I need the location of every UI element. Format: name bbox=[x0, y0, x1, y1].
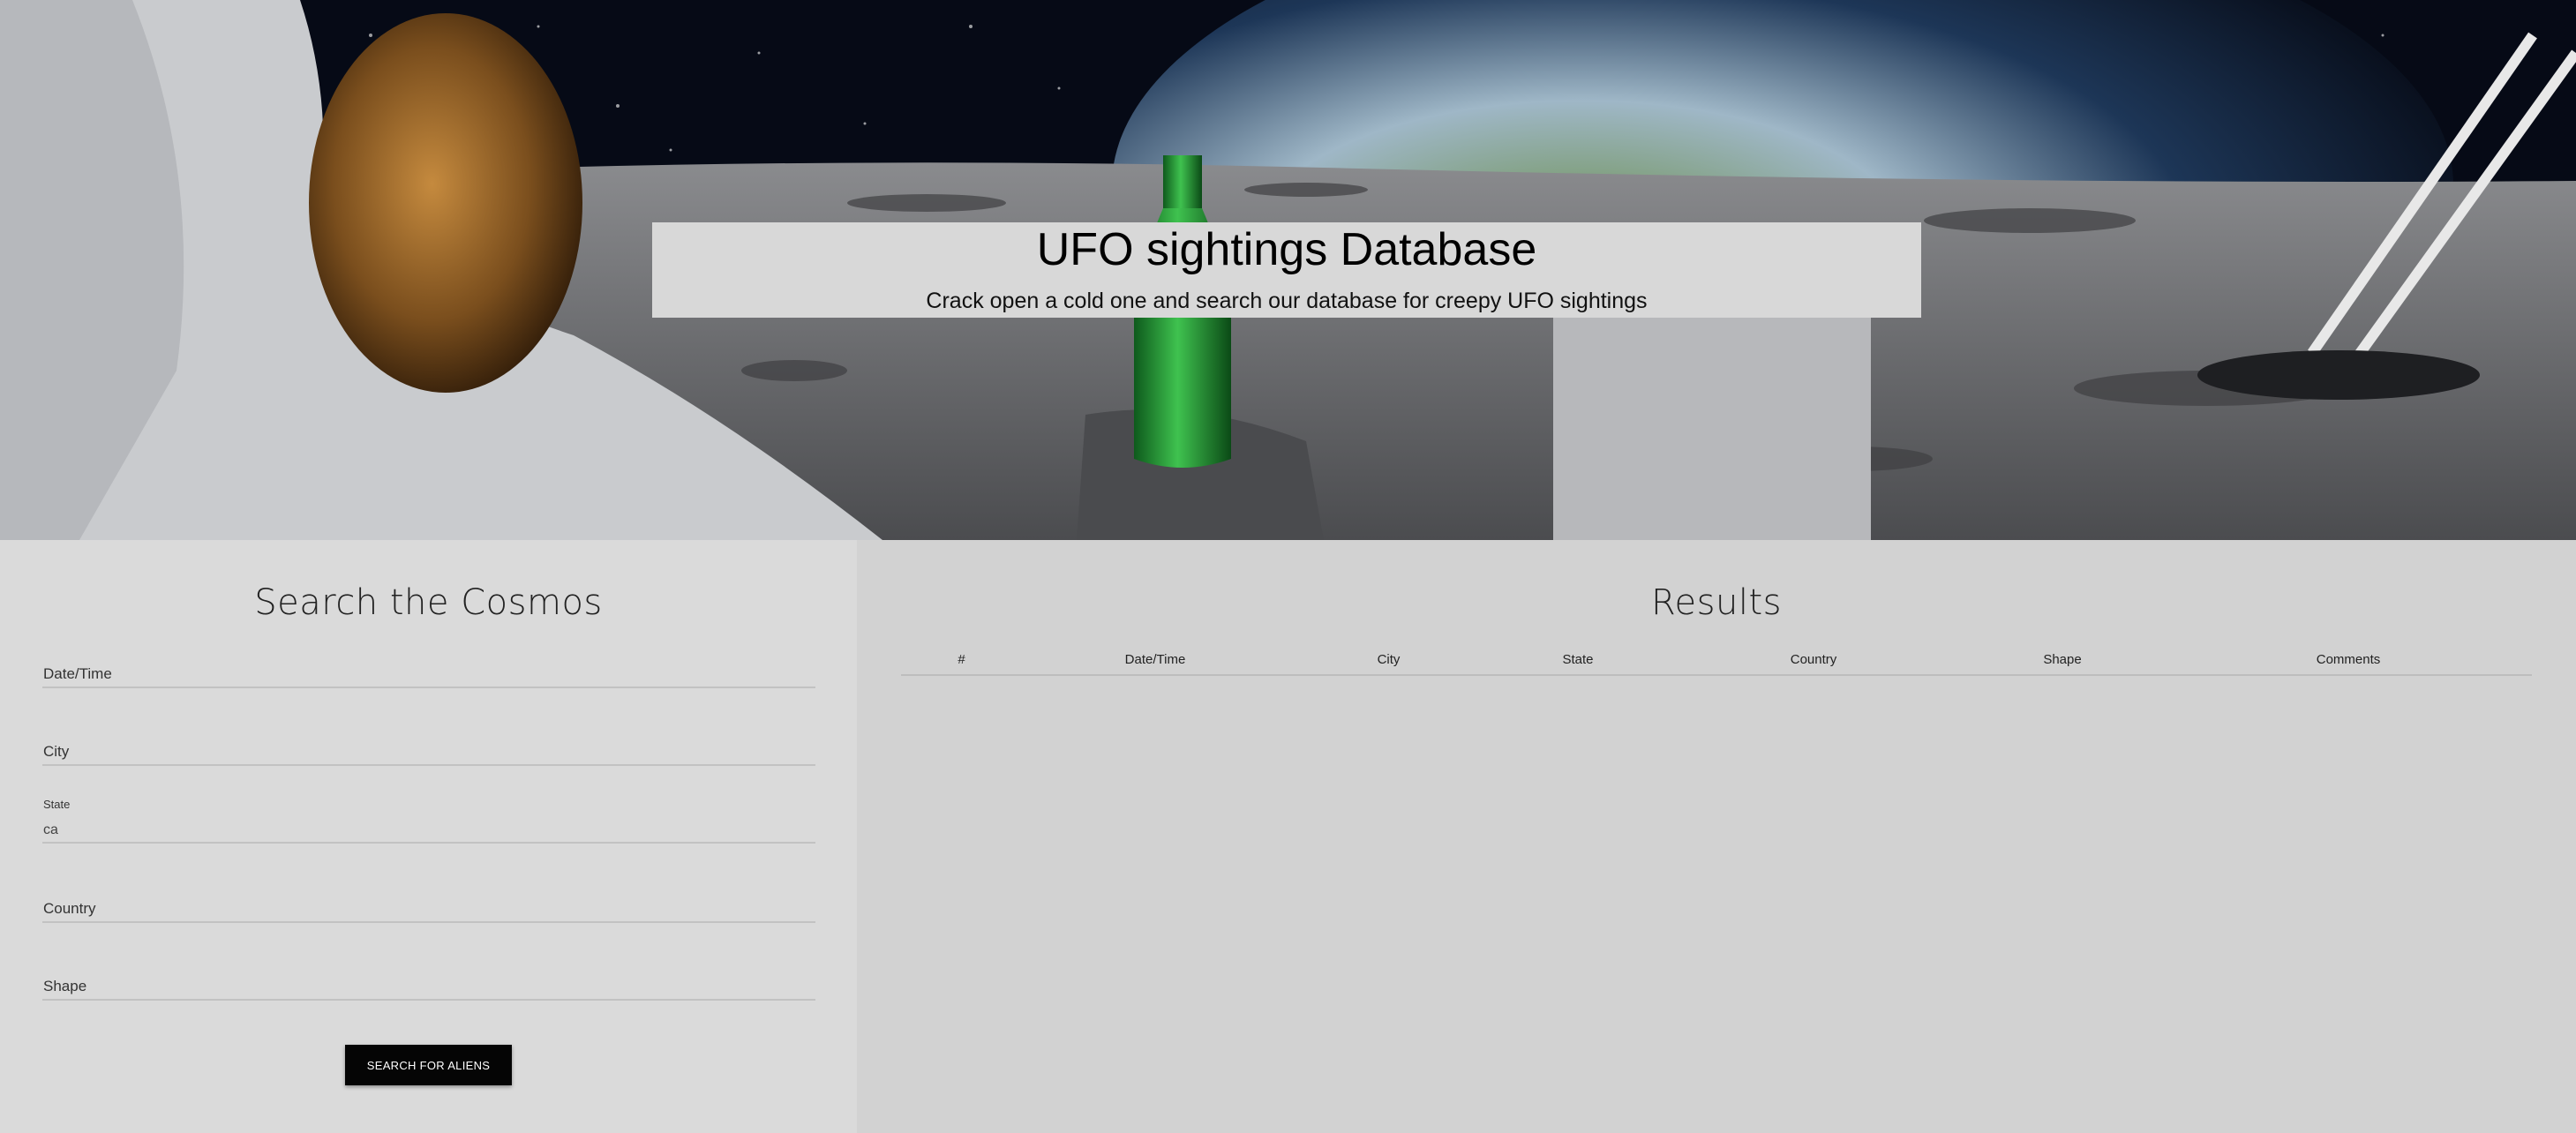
results-header-row: # Date/Time City State Country Shape Com… bbox=[901, 644, 2532, 676]
state-field[interactable]: State ca bbox=[42, 798, 815, 844]
results-panel: Results # Date/Time City State Country S… bbox=[857, 540, 2576, 1133]
search-panel: Search the Cosmos Date/Time City State c… bbox=[0, 540, 857, 1133]
column-header-comments[interactable]: Comments bbox=[2165, 644, 2532, 676]
column-header-shape[interactable]: Shape bbox=[1960, 644, 2165, 676]
shape-label: Shape bbox=[43, 978, 87, 994]
column-header-number[interactable]: # bbox=[901, 644, 1022, 676]
datetime-label: Date/Time bbox=[43, 665, 112, 682]
results-table: # Date/Time City State Country Shape Com… bbox=[901, 644, 2532, 676]
column-header-city[interactable]: City bbox=[1288, 644, 1489, 676]
page-title: UFO sightings Database bbox=[1036, 224, 1537, 275]
column-header-datetime[interactable]: Date/Time bbox=[1022, 644, 1288, 676]
state-input-value[interactable]: ca bbox=[43, 822, 58, 838]
hero-banner-image: UFO sightings Database Crack open a cold… bbox=[0, 0, 2576, 540]
shape-field[interactable]: Shape bbox=[42, 960, 815, 1001]
state-label: State bbox=[43, 798, 71, 811]
country-field[interactable]: Country bbox=[42, 882, 815, 923]
search-panel-title: Search the Cosmos bbox=[254, 582, 603, 623]
column-header-state[interactable]: State bbox=[1489, 644, 1667, 676]
search-for-aliens-button[interactable]: SEARCH FOR ALIENS bbox=[345, 1045, 512, 1085]
column-header-country[interactable]: Country bbox=[1667, 644, 1960, 676]
city-field[interactable]: City bbox=[42, 725, 815, 766]
results-panel-title: Results bbox=[1651, 582, 1782, 623]
hero-title-banner: UFO sightings Database Crack open a cold… bbox=[652, 222, 1921, 318]
city-label: City bbox=[43, 743, 70, 760]
datetime-field[interactable]: Date/Time bbox=[42, 648, 815, 688]
country-label: Country bbox=[43, 900, 96, 917]
page-subtitle: Crack open a cold one and search our dat… bbox=[926, 289, 1648, 313]
